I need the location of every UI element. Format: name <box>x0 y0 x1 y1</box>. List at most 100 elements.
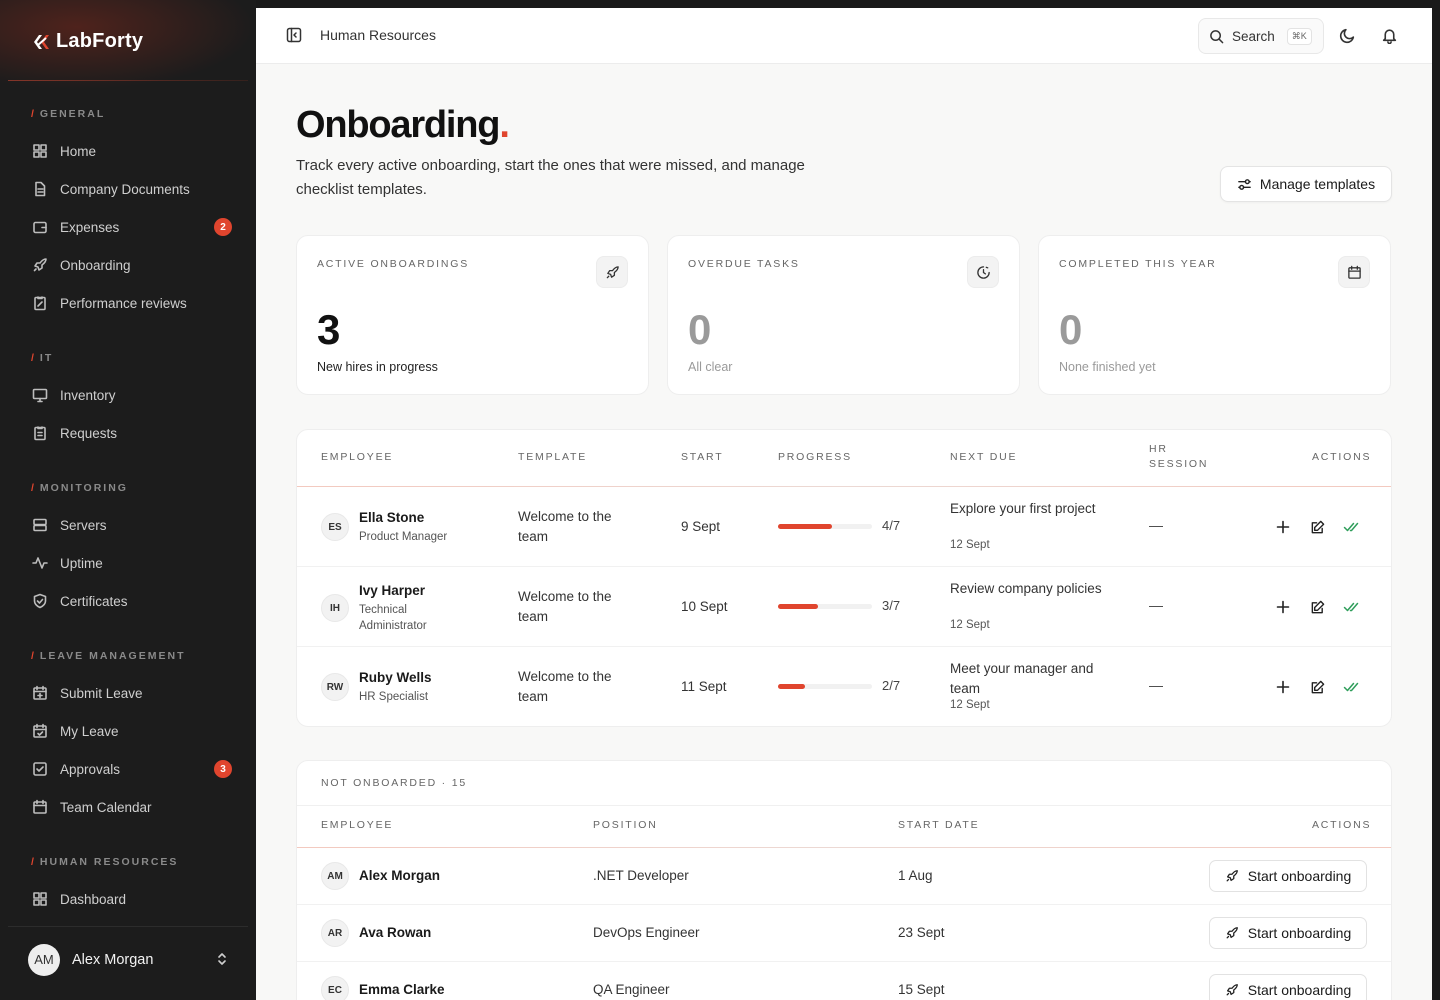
stat-label: ACTIVE ONBOARDINGS <box>317 258 470 270</box>
avatar: AM <box>28 943 60 976</box>
employee-name[interactable]: Ivy Harper <box>359 583 425 598</box>
rocket-icon <box>33 258 47 272</box>
employee-name[interactable]: Ruby Wells <box>359 670 432 685</box>
sidebar-item-onboarding[interactable]: Onboarding <box>32 253 232 277</box>
start-date: 15 Sept <box>898 982 945 997</box>
sidebar-item-requests[interactable]: Requests <box>32 421 232 445</box>
start-onboarding-button[interactable]: Start onboarding <box>1209 917 1367 949</box>
active-onboardings-table: EMPLOYEE TEMPLATE START PROGRESS NEXT DU… <box>296 429 1392 727</box>
sidebar-item-inventory[interactable]: Inventory <box>32 383 232 407</box>
button-label: Start onboarding <box>1247 982 1352 998</box>
moon-icon[interactable] <box>1339 27 1356 44</box>
title-divider <box>297 805 1391 806</box>
manage-templates-label: Manage templates <box>1259 176 1376 192</box>
app-logo[interactable]: LabForty <box>32 30 143 53</box>
column-header-employee: EMPLOYEE <box>321 451 394 463</box>
employee-name[interactable]: Alex Morgan <box>359 868 440 883</box>
employee-name[interactable]: Ella Stone <box>359 510 424 525</box>
employee-role: Technical Administrator <box>359 604 427 632</box>
sidebar-item-company-documents[interactable]: Company Documents <box>32 177 232 201</box>
expenses-count-badge: 2 <box>214 218 232 236</box>
user-name: Alex Morgan <box>72 951 154 968</box>
stat-value: 0 <box>1059 306 1083 353</box>
bell-icon[interactable] <box>1381 27 1398 44</box>
table-row[interactable]: EC Emma Clarke QA Engineer 15 Sept Start… <box>297 962 1391 1000</box>
column-header-progress: PROGRESS <box>778 451 852 463</box>
start-onboarding-button[interactable]: Start onboarding <box>1209 860 1367 892</box>
section-monitoring: / MONITORING <box>31 482 128 494</box>
add-task-button[interactable] <box>1273 517 1293 537</box>
progress-bar <box>778 524 872 529</box>
avatar: AM <box>321 862 349 890</box>
sidebar-item-submit-leave[interactable]: Submit Leave <box>32 681 232 705</box>
calendar-icon <box>1347 265 1361 279</box>
add-task-button[interactable] <box>1273 677 1293 697</box>
stat-label: OVERDUE TASKS <box>688 258 800 270</box>
sidebar-item-certificates[interactable]: Certificates <box>32 589 232 613</box>
complete-button[interactable] <box>1341 677 1361 697</box>
double-check-icon <box>1343 522 1359 532</box>
template-name: Welcome to the team <box>518 589 612 624</box>
manage-templates-button[interactable]: Manage templates <box>1220 166 1392 202</box>
table-row[interactable]: RW Ruby Wells HR Specialist Welcome to t… <box>297 647 1391 727</box>
column-header-employee: EMPLOYEE <box>321 819 394 831</box>
calendar-check-icon <box>33 723 47 738</box>
rocket-icon <box>606 265 619 278</box>
sidebar-item-home[interactable]: Home <box>32 139 232 163</box>
calendar-icon <box>33 799 47 814</box>
sidebar-item-expenses[interactable]: Expenses 2 <box>32 215 232 239</box>
sidebar-item-servers[interactable]: Servers <box>32 513 232 537</box>
breadcrumb[interactable]: Human Resources <box>320 27 436 43</box>
hr-session-value: — <box>1149 517 1163 533</box>
start-date: 1 Aug <box>898 868 933 883</box>
sidebar-item-dashboard[interactable]: Dashboard <box>32 887 232 911</box>
column-header-start-date: START DATE <box>898 819 980 831</box>
column-header-start: START <box>681 451 724 463</box>
table-row[interactable]: AR Ava Rowan DevOps Engineer 23 Sept Sta… <box>297 905 1391 962</box>
top-bar: Human Resources Search ⌘K <box>256 8 1432 64</box>
table-row[interactable]: AM Alex Morgan .NET Developer 1 Aug Star… <box>297 848 1391 905</box>
stat-icon-box <box>596 256 628 288</box>
edit-button[interactable] <box>1307 597 1327 617</box>
complete-button[interactable] <box>1341 597 1361 617</box>
edit-button[interactable] <box>1307 517 1327 537</box>
employee-name[interactable]: Ava Rowan <box>359 925 431 940</box>
sidebar: LabForty / GENERAL Home Company Documents… <box>0 0 256 1000</box>
complete-button[interactable] <box>1341 517 1361 537</box>
sidebar-item-uptime[interactable]: Uptime <box>32 551 232 575</box>
edit-button[interactable] <box>1307 677 1327 697</box>
double-check-icon <box>1343 682 1359 692</box>
column-header-position: POSITION <box>593 819 658 831</box>
start-date: 9 Sept <box>681 519 721 534</box>
sidebar-item-label: Team Calendar <box>60 799 152 815</box>
sidebar-item-performance-reviews[interactable]: Performance reviews <box>32 291 232 315</box>
hr-session-value: — <box>1149 677 1163 693</box>
sidebar-item-my-leave[interactable]: My Leave <box>32 719 232 743</box>
title-accent-dot: . <box>499 104 510 146</box>
sidebar-toggle-icon[interactable] <box>286 27 302 43</box>
rocket-icon <box>1226 927 1238 939</box>
column-header-actions: ACTIONS <box>1312 819 1372 831</box>
plus-icon <box>1276 600 1290 614</box>
sidebar-item-label: Approvals <box>60 761 121 777</box>
progress-fill <box>778 524 832 529</box>
add-task-button[interactable] <box>1273 597 1293 617</box>
employee-name[interactable]: Emma Clarke <box>359 982 445 997</box>
table-row[interactable]: ES Ella Stone Product Manager Welcome to… <box>297 487 1391 567</box>
sidebar-item-team-calendar[interactable]: Team Calendar <box>32 795 232 819</box>
search-shortcut: ⌘K <box>1286 27 1312 45</box>
column-header-template: TEMPLATE <box>518 451 588 463</box>
monitor-icon <box>32 388 48 403</box>
table-row[interactable]: IH Ivy Harper Technical Administrator We… <box>297 567 1391 647</box>
edit-icon <box>1311 680 1324 693</box>
edit-icon <box>1311 520 1324 533</box>
start-onboarding-button[interactable]: Start onboarding <box>1209 974 1367 1000</box>
section-general: / GENERAL <box>31 108 106 120</box>
user-menu[interactable]: AM Alex Morgan <box>8 926 248 992</box>
next-due-task: Explore your first project <box>950 501 1096 516</box>
stat-value: 3 <box>317 306 341 353</box>
search-button[interactable]: Search ⌘K <box>1198 18 1324 54</box>
next-due-task: Review company policies <box>950 581 1102 596</box>
sidebar-item-approvals[interactable]: Approvals 3 <box>32 757 232 781</box>
stat-note: New hires in progress <box>317 360 438 374</box>
